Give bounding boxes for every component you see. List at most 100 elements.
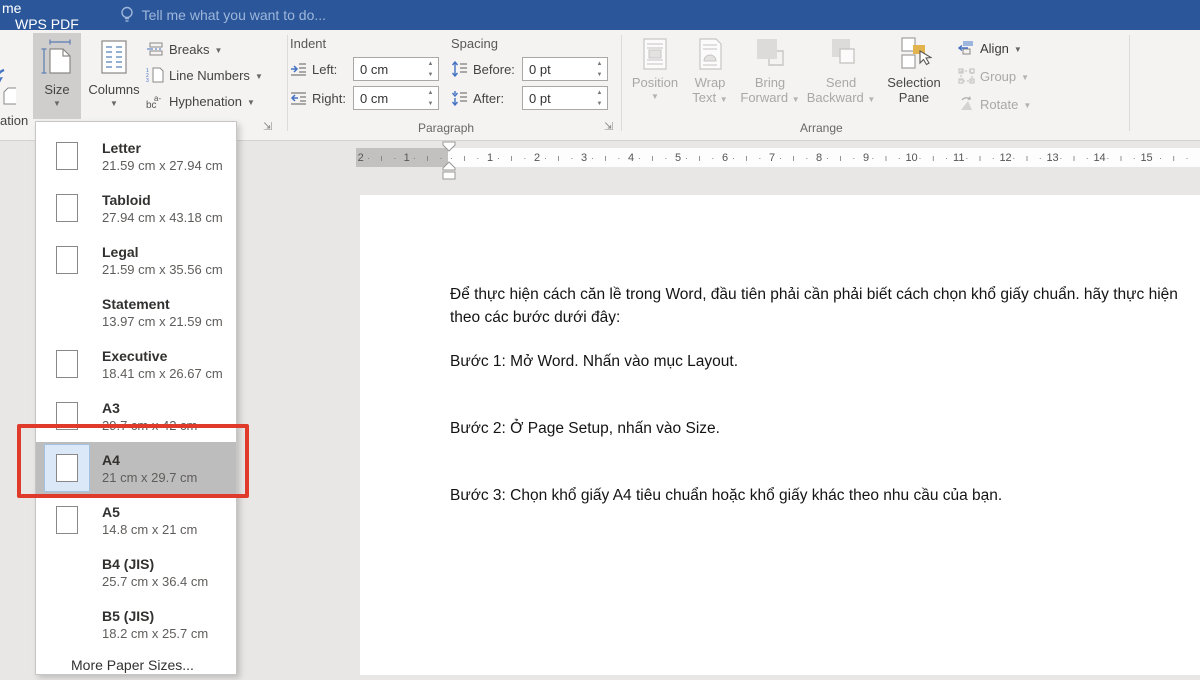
paper-size-option[interactable]: B5 (JIS) 18.2 cm x 25.7 cm <box>36 598 236 650</box>
indent-right-stepper[interactable]: ▲▼ <box>423 87 438 109</box>
paper-size-option[interactable]: Statement 13.97 cm x 21.59 cm <box>36 286 236 338</box>
ruler-ticks: · ı · <box>497 153 531 163</box>
align-button[interactable]: Align ▼ <box>958 40 1022 56</box>
indent-left-value: 0 cm <box>360 62 388 77</box>
paper-size-dimensions: 27.94 cm x 43.18 cm <box>102 209 223 226</box>
indent-left-stepper[interactable]: ▲▼ <box>423 58 438 80</box>
paper-size-icon-cell <box>44 600 90 648</box>
document-page[interactable]: Để thực hiện cách căn lề trong Word, đầu… <box>360 195 1200 675</box>
indent-left-label: Left: <box>312 62 348 77</box>
spacing-before-input[interactable]: 0 pt ▲▼ <box>522 57 608 81</box>
spacing-after-icon <box>451 90 468 106</box>
ruler-ticks: · ı · <box>544 153 578 163</box>
spacing-before-stepper[interactable]: ▲▼ <box>592 58 607 80</box>
wrap-text-label-2: Text <box>692 90 716 105</box>
spin-up-icon[interactable]: ▲ <box>592 87 607 98</box>
breaks-button[interactable]: Breaks ▼ <box>146 38 263 60</box>
ruler-cell: · ı ·4 <box>589 148 636 167</box>
paper-size-option[interactable]: Tabloid 27.94 cm x 43.18 cm <box>36 182 236 234</box>
orientation-button-partial-label[interactable]: ation <box>0 113 28 128</box>
ruler-ticks: · ı · <box>732 153 766 163</box>
bring-forward-label-1: Bring <box>755 75 785 90</box>
chevron-down-icon: ▼ <box>1014 45 1022 54</box>
spin-down-icon[interactable]: ▼ <box>423 98 438 109</box>
send-backward-button[interactable]: Send Backward ▼ <box>806 33 876 119</box>
tell-me-placeholder: Tell me what you want to do... <box>142 7 326 23</box>
hyphenation-icon: a- bc <box>146 93 164 109</box>
rotate-button-label: Rotate <box>980 97 1018 112</box>
spin-down-icon[interactable]: ▼ <box>423 69 438 80</box>
group-button[interactable]: Group ▼ <box>958 68 1029 84</box>
position-button[interactable]: Position ▼ <box>628 33 682 119</box>
more-paper-sizes-item[interactable]: More Paper Sizes... <box>36 650 236 680</box>
wrap-text-button[interactable]: Wrap Text ▼ <box>684 33 736 119</box>
ruler-cell: · ı ·8 <box>777 148 824 167</box>
spin-down-icon[interactable]: ▼ <box>592 98 607 109</box>
paper-size-option[interactable]: B4 (JIS) 25.7 cm x 36.4 cm <box>36 546 236 598</box>
paragraph-dialog-launcher-icon[interactable]: ⇲ <box>604 122 613 133</box>
group-separator <box>1129 35 1130 131</box>
tell-me-search[interactable]: Tell me what you want to do... <box>120 0 326 30</box>
spacing-after-stepper[interactable]: ▲▼ <box>592 87 607 109</box>
selection-pane-button[interactable]: Selection Pane <box>880 33 948 119</box>
paper-size-name: Statement <box>102 295 223 313</box>
chevron-down-icon: ▼ <box>792 95 800 104</box>
indent-section-label: Indent <box>290 36 439 51</box>
ruler-cell: · ı ·3 <box>542 148 589 167</box>
ruler-ticks: · ı · <box>638 153 672 163</box>
rotate-button[interactable]: Rotate ▼ <box>958 96 1031 112</box>
page-setup-small-buttons: Breaks ▼ 1 2 3 Line Numbers ▼ a- bc Hyph… <box>146 38 263 112</box>
ruler-ticks: · ı · <box>1106 153 1140 163</box>
ruler-number: 11 <box>953 152 964 164</box>
indent-right-input[interactable]: 0 cm ▲▼ <box>353 86 439 110</box>
ruler-number: 8 <box>816 152 822 164</box>
ruler-number: 9 <box>863 152 869 164</box>
chevron-down-icon: ▼ <box>110 99 118 108</box>
wrap-text-label-1: Wrap <box>695 75 726 90</box>
paper-size-icon-cell <box>44 548 90 596</box>
chevron-down-icon: ▼ <box>720 95 728 104</box>
ruler-ticks: · ı · <box>779 153 813 163</box>
paper-size-name: A3 <box>102 399 197 417</box>
first-line-indent-marker[interactable] <box>443 142 455 151</box>
hyphenation-button[interactable]: a- bc Hyphenation ▼ <box>146 90 263 112</box>
paper-size-dimensions: 21.59 cm x 27.94 cm <box>102 157 223 174</box>
bring-forward-button[interactable]: Bring Forward ▼ <box>738 33 802 119</box>
page-setup-dialog-launcher-icon[interactable]: ⇲ <box>263 122 272 133</box>
paper-size-dimensions: 14.8 cm x 21 cm <box>102 521 197 538</box>
document-paragraph: Bước 2: Ở Page Setup, nhấn vào Size. <box>450 417 1198 440</box>
spin-up-icon[interactable]: ▲ <box>423 87 438 98</box>
paper-size-name: B5 (JIS) <box>102 607 208 625</box>
svg-text:bc: bc <box>146 100 157 109</box>
paper-size-option[interactable]: Letter 21.59 cm x 27.94 cm <box>36 130 236 182</box>
paper-page-icon <box>56 506 78 534</box>
size-button[interactable]: Size ▼ <box>33 33 81 119</box>
paper-size-option[interactable]: Legal 21.59 cm x 35.56 cm <box>36 234 236 286</box>
spacing-after-input[interactable]: 0 pt ▲▼ <box>522 86 608 110</box>
paper-size-name: A5 <box>102 503 197 521</box>
spacing-section-label: Spacing <box>451 36 608 51</box>
paper-size-option[interactable]: A5 14.8 cm x 21 cm <box>36 494 236 546</box>
paper-size-option[interactable]: Executive 18.41 cm x 26.67 cm <box>36 338 236 390</box>
columns-button-label: Columns <box>88 82 139 97</box>
spin-up-icon[interactable]: ▲ <box>592 58 607 69</box>
indent-left-input[interactable]: 0 cm ▲▼ <box>353 57 439 81</box>
left-indent-marker[interactable] <box>443 172 455 179</box>
spin-up-icon[interactable]: ▲ <box>423 58 438 69</box>
line-numbers-button[interactable]: 1 2 3 Line Numbers ▼ <box>146 64 263 86</box>
paper-size-icon-cell <box>44 132 90 180</box>
chevron-down-icon: ▼ <box>255 72 263 81</box>
page-size-icon <box>39 39 75 77</box>
ruler-cell: · ı ·11 <box>918 148 965 167</box>
columns-button[interactable]: Columns ▼ <box>88 33 140 119</box>
hanging-indent-marker[interactable] <box>443 162 455 170</box>
ribbon-tab[interactable]: me <box>0 0 102 16</box>
document-paragraph: Để thực hiện cách căn lề trong Word, đầu… <box>450 283 1198 329</box>
spin-down-icon[interactable]: ▼ <box>592 69 607 80</box>
paper-page-icon <box>56 194 78 222</box>
document-paragraph: Bước 3: Chọn khổ giấy A4 tiêu chuẩn hoặc… <box>450 484 1198 507</box>
group-separator <box>621 35 622 131</box>
ribbon-tab-label: me <box>2 0 21 16</box>
indent-right-value: 0 cm <box>360 91 388 106</box>
ruler-number: 15 <box>1140 152 1152 164</box>
